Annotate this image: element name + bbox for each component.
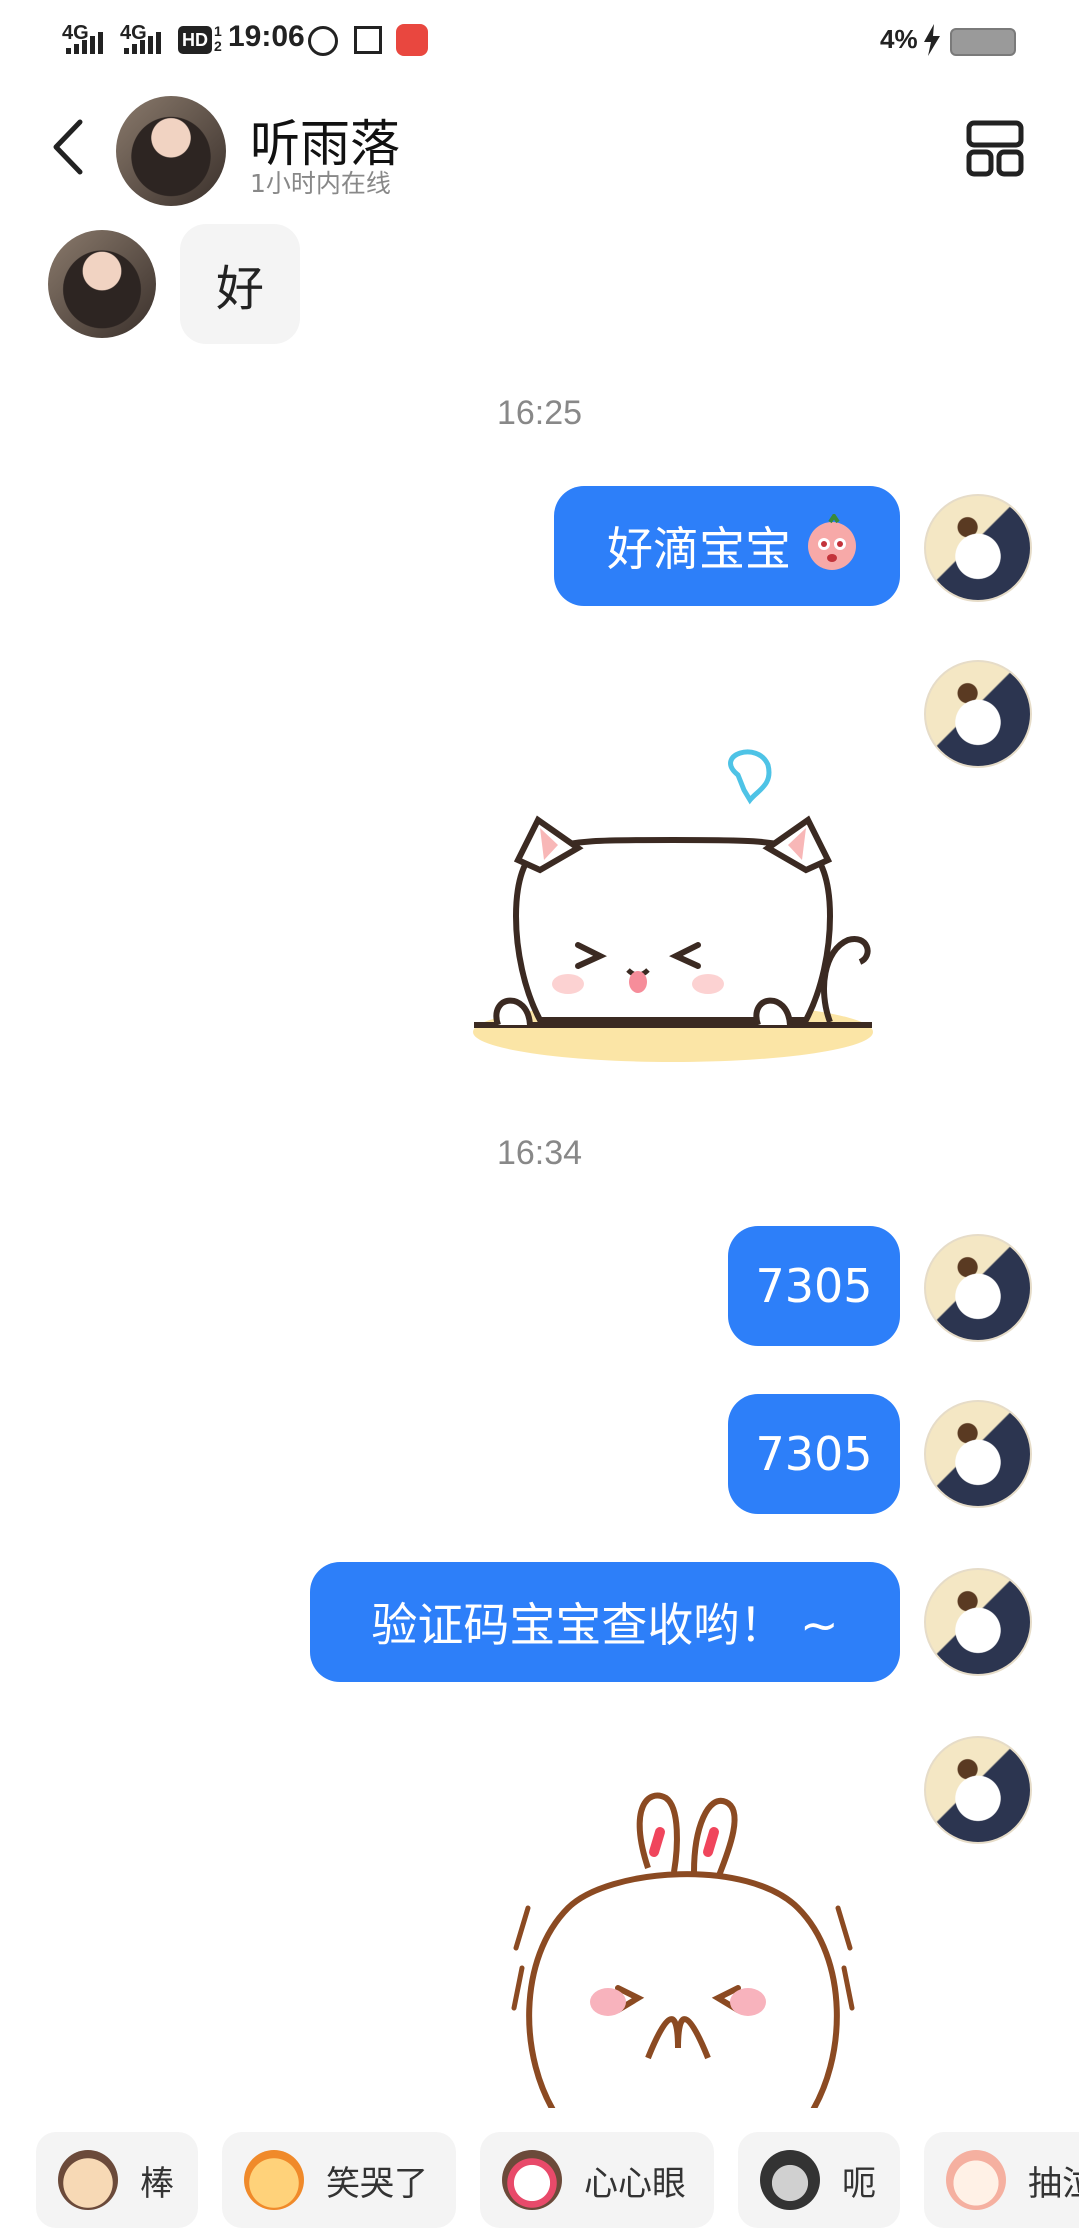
charging-bolt-icon <box>924 24 940 56</box>
timestamp: 16:34 <box>496 1134 583 1172</box>
laugh-cry-emoji-icon <box>244 2150 304 2210</box>
battery-icon <box>950 28 1016 56</box>
bunny-sticker[interactable] <box>498 1788 868 2108</box>
reaction-label: 呃 <box>842 2163 876 2204</box>
reaction-label: 抽泣 <box>1028 2163 1079 2204</box>
signal-icon-2 <box>124 32 161 54</box>
my-avatar[interactable] <box>924 1736 1032 1844</box>
outgoing-message[interactable]: 验证码宝宝查收哟！ ~ <box>310 1562 900 1682</box>
grid-layout-icon[interactable] <box>966 120 1024 178</box>
reaction-label: 笑哭了 <box>326 2163 428 2204</box>
hd-icon: HD <box>178 26 212 54</box>
my-avatar[interactable] <box>924 1400 1032 1508</box>
status-bar: 4G 4G HD 1 2 19:06 4% <box>0 0 1079 80</box>
my-avatar[interactable] <box>924 494 1032 602</box>
signal-icon <box>66 32 103 54</box>
peach-emoji-icon <box>808 514 856 570</box>
speechless-emoji-icon <box>760 2150 820 2210</box>
timestamp: 16:25 <box>496 394 583 432</box>
my-avatar[interactable] <box>924 660 1032 768</box>
outgoing-message[interactable]: 7305 <box>728 1394 900 1514</box>
battery-percent: 4% <box>880 24 918 54</box>
my-avatar[interactable] <box>924 1234 1032 1342</box>
reaction-chip[interactable]: 抽泣 <box>924 2132 1079 2228</box>
incoming-avatar[interactable] <box>48 230 156 338</box>
reaction-chip[interactable]: 心心眼 <box>480 2132 714 2228</box>
cat-sticker[interactable] <box>468 740 898 1070</box>
sob-emoji-icon <box>946 2150 1006 2210</box>
reaction-chip[interactable]: 笑哭了 <box>222 2132 456 2228</box>
chevron-left-icon[interactable] <box>50 118 86 176</box>
contact-status: 1小时内在线 <box>250 169 391 198</box>
reaction-chip[interactable]: 呃 <box>738 2132 900 2228</box>
clock: 19:06 <box>228 20 305 53</box>
incoming-message[interactable]: 好 <box>180 224 300 344</box>
heart-eyes-emoji-icon <box>502 2150 562 2210</box>
screenshot-icon <box>354 26 382 54</box>
reaction-label: 棒 <box>140 2163 174 2204</box>
reaction-chip[interactable]: 棒 <box>36 2132 198 2228</box>
hd-sub-label: 1 2 <box>214 23 222 54</box>
chat-header: 听雨落 1小时内在线 <box>0 80 1079 220</box>
data-saver-icon <box>308 26 338 56</box>
my-avatar[interactable] <box>924 1568 1032 1676</box>
app-notification-icon <box>396 24 428 56</box>
outgoing-message[interactable]: 7305 <box>728 1226 900 1346</box>
contact-avatar[interactable] <box>116 96 226 206</box>
message-text: 好滴宝宝 <box>607 522 791 576</box>
thumbs-up-emoji-icon <box>58 2150 118 2210</box>
reaction-label: 心心眼 <box>584 2163 686 2204</box>
